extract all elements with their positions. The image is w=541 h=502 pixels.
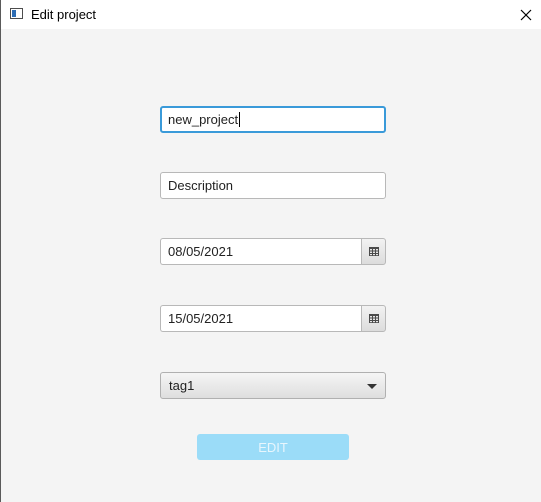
close-icon [520,9,532,20]
project-name-value: new_project [168,112,239,127]
calendar-icon [368,247,379,256]
end-date-input[interactable]: 15/05/2021 [160,305,362,332]
edit-project-window: Edit project new_project Description 08/… [0,0,541,502]
window-app-icon [10,8,23,19]
edit-button[interactable]: EDIT [197,434,349,460]
start-date-value: 08/05/2021 [168,244,234,259]
tag-selected-value: tag1 [169,378,195,393]
description-input[interactable]: Description [160,172,386,199]
calendar-icon [368,314,379,323]
description-placeholder: Description [168,178,234,193]
end-date-calendar-button[interactable] [361,305,386,332]
window-title: Edit project [31,7,97,22]
close-button[interactable] [510,0,541,29]
tag-select[interactable]: tag1 [160,372,386,399]
project-name-input[interactable]: new_project [160,106,386,133]
chevron-down-icon [367,384,377,389]
end-date-value: 15/05/2021 [168,311,234,326]
start-date-calendar-button[interactable] [361,238,386,265]
start-date-picker: 08/05/2021 [160,238,386,265]
start-date-input[interactable]: 08/05/2021 [160,238,362,265]
text-caret [239,112,241,127]
title-bar: Edit project [1,0,541,29]
end-date-picker: 15/05/2021 [160,305,386,332]
